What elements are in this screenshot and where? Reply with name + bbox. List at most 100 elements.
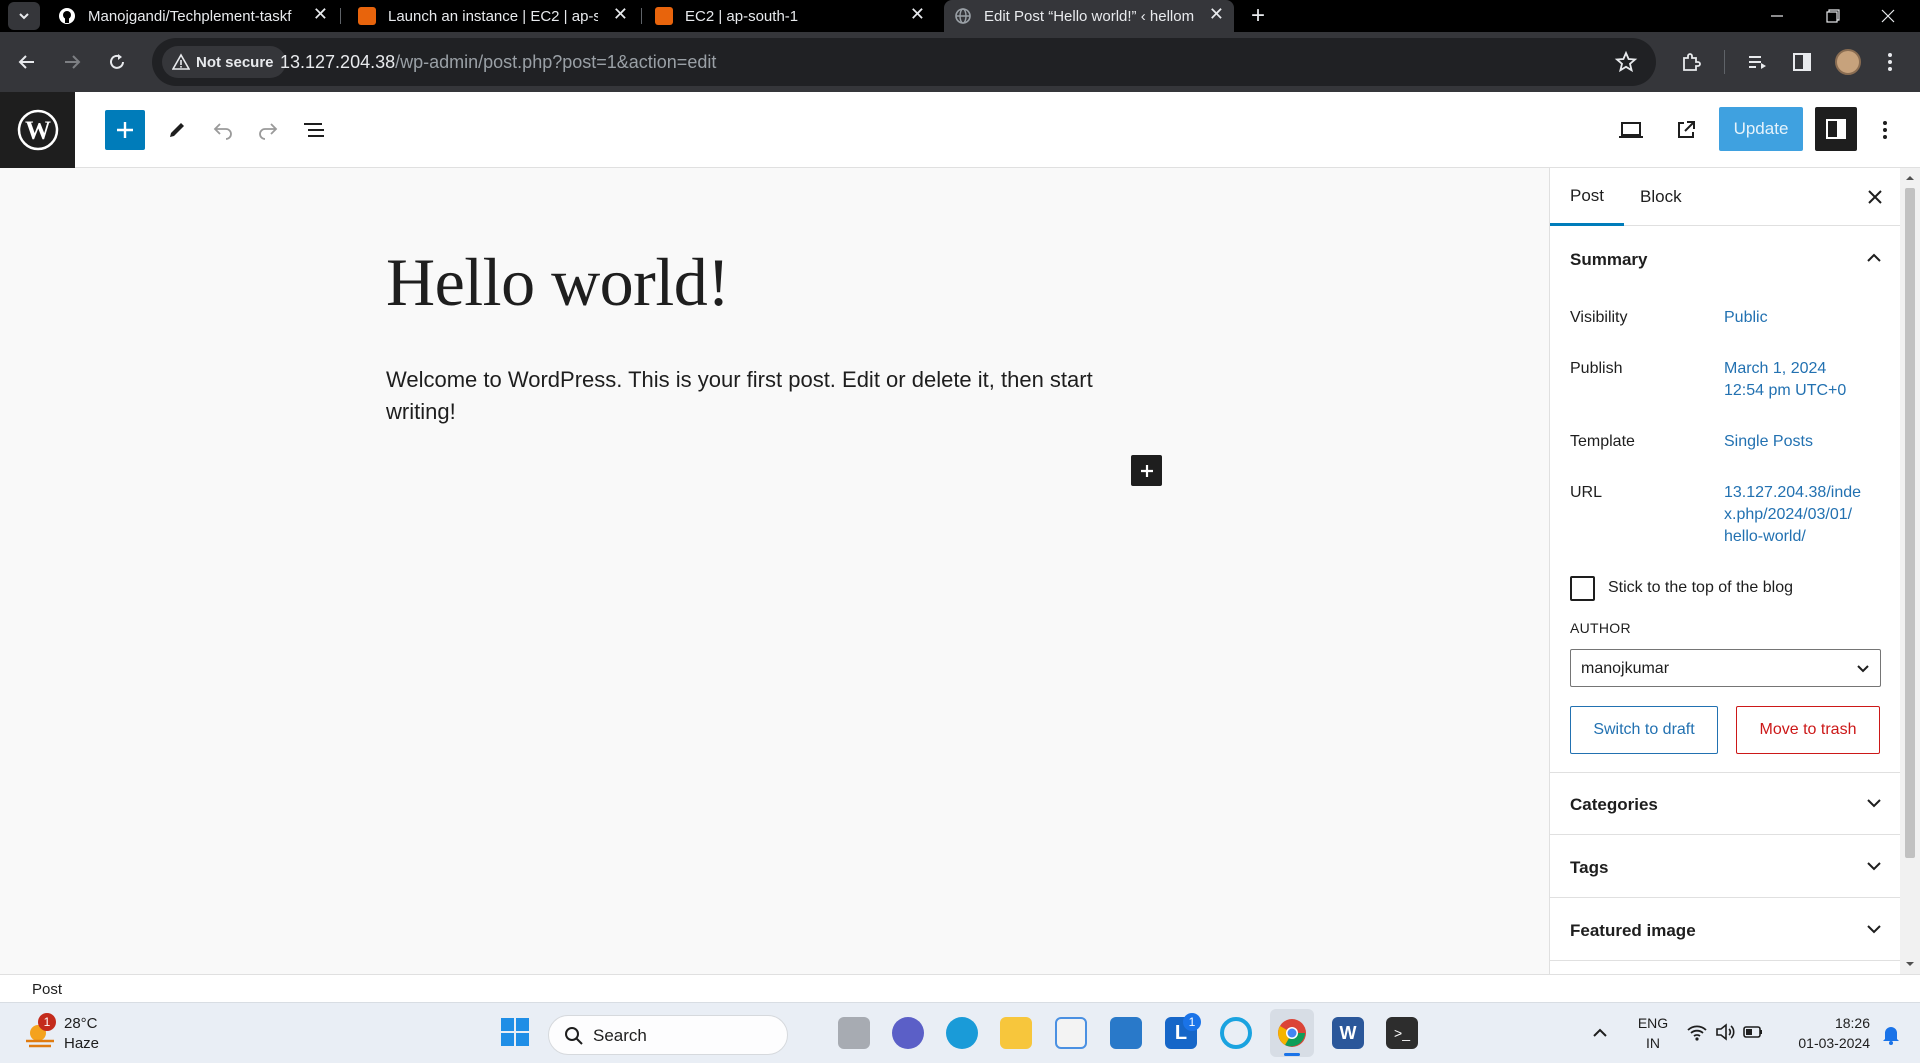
chevron-down-icon xyxy=(1857,665,1869,673)
reload-icon xyxy=(110,54,124,69)
panel-title: Tags xyxy=(1570,858,1609,877)
paragraph-block[interactable]: Welcome to WordPress. This is your first… xyxy=(386,364,1126,428)
undo-button[interactable] xyxy=(207,114,239,146)
browser-tab-github[interactable]: Manojgandi/Techplement-taskf ✕ xyxy=(58,0,338,32)
show-hidden-icons-button[interactable] xyxy=(1590,1023,1610,1048)
extensions-button[interactable] xyxy=(1675,46,1707,78)
browser-tab-edit-post[interactable]: Edit Post “Hello world!” ‹ hellom ✕ xyxy=(944,0,1234,32)
publish-label: Publish xyxy=(1570,360,1623,377)
settings-toggle-button[interactable] xyxy=(1815,107,1857,151)
tools-button[interactable] xyxy=(161,114,193,146)
clock-time: 18:26 xyxy=(1834,1015,1870,1031)
arrow-right-icon xyxy=(65,55,81,69)
scroll-thumb[interactable] xyxy=(1905,188,1915,858)
minimize-button[interactable] xyxy=(1765,6,1789,26)
browser-tab-ec2[interactable]: EC2 | ap-south-1 ✕ xyxy=(655,0,935,32)
new-tab-button[interactable]: + xyxy=(1244,2,1272,30)
forward-button[interactable] xyxy=(56,46,88,78)
close-icon[interactable]: ✕ xyxy=(613,4,628,25)
publish-date-value[interactable]: March 1, 2024 12:54 pm UTC+0 xyxy=(1724,358,1874,402)
mail-icon[interactable] xyxy=(1110,1017,1142,1049)
sidebar-scrollbar[interactable] xyxy=(1900,168,1920,974)
permalink-line: x.php/2024/03/01/ xyxy=(1724,506,1853,523)
stick-to-top-checkbox[interactable] xyxy=(1570,576,1595,601)
document-overview-button[interactable] xyxy=(298,114,330,146)
edge-icon[interactable] xyxy=(946,1017,978,1049)
view-post-button[interactable] xyxy=(1670,114,1702,146)
add-block-button[interactable] xyxy=(1131,455,1162,486)
media-control-button[interactable] xyxy=(1741,46,1773,78)
window-close-button[interactable] xyxy=(1876,6,1900,26)
address-bar[interactable]: Not secure 13.127.204.38/wp-admin/post.p… xyxy=(152,38,1656,86)
notifications-button[interactable] xyxy=(1880,1023,1902,1050)
post-title[interactable]: Hello world! xyxy=(386,243,730,322)
terminal-icon[interactable]: >_ xyxy=(1386,1017,1418,1049)
close-settings-button[interactable] xyxy=(1862,184,1888,210)
close-icon[interactable]: ✕ xyxy=(1209,4,1224,25)
chevron-up-icon xyxy=(1593,1028,1607,1037)
plus-icon xyxy=(117,122,133,138)
network-volume-battery[interactable] xyxy=(1686,1021,1768,1045)
block-inserter-button[interactable] xyxy=(105,110,145,150)
browser-toolbar: Not secure 13.127.204.38/wp-admin/post.p… xyxy=(0,32,1920,92)
security-chip[interactable]: Not secure xyxy=(162,46,286,78)
wordpress-logo[interactable]: W xyxy=(0,92,75,168)
tab-block[interactable]: Block xyxy=(1640,168,1682,226)
profile-avatar[interactable] xyxy=(1835,49,1861,75)
redo-button[interactable] xyxy=(252,114,284,146)
puzzle-icon xyxy=(1683,53,1701,71)
weather-widget[interactable]: 1 28°C Haze xyxy=(20,1011,140,1057)
laptop-icon xyxy=(1619,122,1643,138)
permalink-line: 13.127.204.38/inde xyxy=(1724,484,1862,501)
block-breadcrumb[interactable]: Post xyxy=(32,981,62,998)
word-icon[interactable]: W xyxy=(1332,1017,1364,1049)
reload-button[interactable] xyxy=(101,46,133,78)
scroll-up-icon xyxy=(1906,176,1914,180)
plus-icon xyxy=(1140,464,1153,477)
clock[interactable]: 18:26 01-03-2024 xyxy=(1780,1015,1870,1051)
browser-tab-launch-instance[interactable]: Launch an instance | EC2 | ap-sc ✕ xyxy=(358,0,638,32)
panel-divider xyxy=(1550,960,1901,961)
warning-icon xyxy=(172,53,190,70)
editor-canvas: Hello world! Welcome to WordPress. This … xyxy=(0,168,1549,974)
visibility-value[interactable]: Public xyxy=(1724,307,1874,329)
file-explorer-icon[interactable] xyxy=(1000,1017,1032,1049)
taskbar-search[interactable]: Search xyxy=(548,1015,788,1055)
tab-post[interactable]: Post xyxy=(1550,168,1625,226)
switch-to-draft-button[interactable]: Switch to draft xyxy=(1570,706,1718,754)
close-icon[interactable]: ✕ xyxy=(313,4,328,25)
task-view-icon[interactable] xyxy=(838,1017,870,1049)
region-code: IN xyxy=(1646,1035,1660,1051)
restore-button[interactable] xyxy=(1820,6,1844,26)
bookmark-star-button[interactable] xyxy=(1614,50,1638,79)
microsoft-store-icon[interactable] xyxy=(1055,1017,1087,1049)
external-link-icon xyxy=(1678,121,1695,138)
back-button[interactable] xyxy=(11,46,43,78)
update-button[interactable]: Update xyxy=(1719,107,1803,151)
windows-icon xyxy=(501,1018,529,1046)
close-icon xyxy=(1868,190,1882,204)
move-to-trash-button[interactable]: Move to trash xyxy=(1736,706,1880,754)
teams-icon[interactable] xyxy=(892,1017,924,1049)
url-text[interactable]: 13.127.204.38/wp-admin/post.php?post=1&a… xyxy=(280,52,716,73)
cortana-icon[interactable] xyxy=(1220,1017,1252,1049)
chevron-down-icon xyxy=(1867,799,1881,808)
author-select[interactable]: manojkumar xyxy=(1570,649,1881,687)
language-indicator[interactable]: ENG IN xyxy=(1628,1015,1678,1051)
template-value[interactable]: Single Posts xyxy=(1724,431,1874,453)
weather-description: Haze xyxy=(64,1035,100,1052)
start-button[interactable] xyxy=(500,1017,532,1049)
permalink-value[interactable]: 13.127.204.38/inde x.php/2024/03/01/ hel… xyxy=(1724,482,1874,548)
options-menu-button[interactable] xyxy=(1869,114,1901,146)
visibility-label: Visibility xyxy=(1570,309,1628,326)
preview-button[interactable] xyxy=(1615,114,1647,146)
chrome-menu-button[interactable] xyxy=(1874,46,1906,78)
settings-sidebar: Post Block Summary Visibility Public Pub… xyxy=(1549,168,1901,974)
author-label: AUTHOR xyxy=(1570,620,1631,636)
chevron-down-icon xyxy=(1867,862,1881,871)
close-icon[interactable]: ✕ xyxy=(910,4,925,25)
tab-search-button[interactable] xyxy=(8,2,40,30)
chrome-taskbar-button[interactable] xyxy=(1270,1009,1314,1057)
url-label: URL xyxy=(1570,484,1603,501)
side-panel-button[interactable] xyxy=(1786,46,1818,78)
